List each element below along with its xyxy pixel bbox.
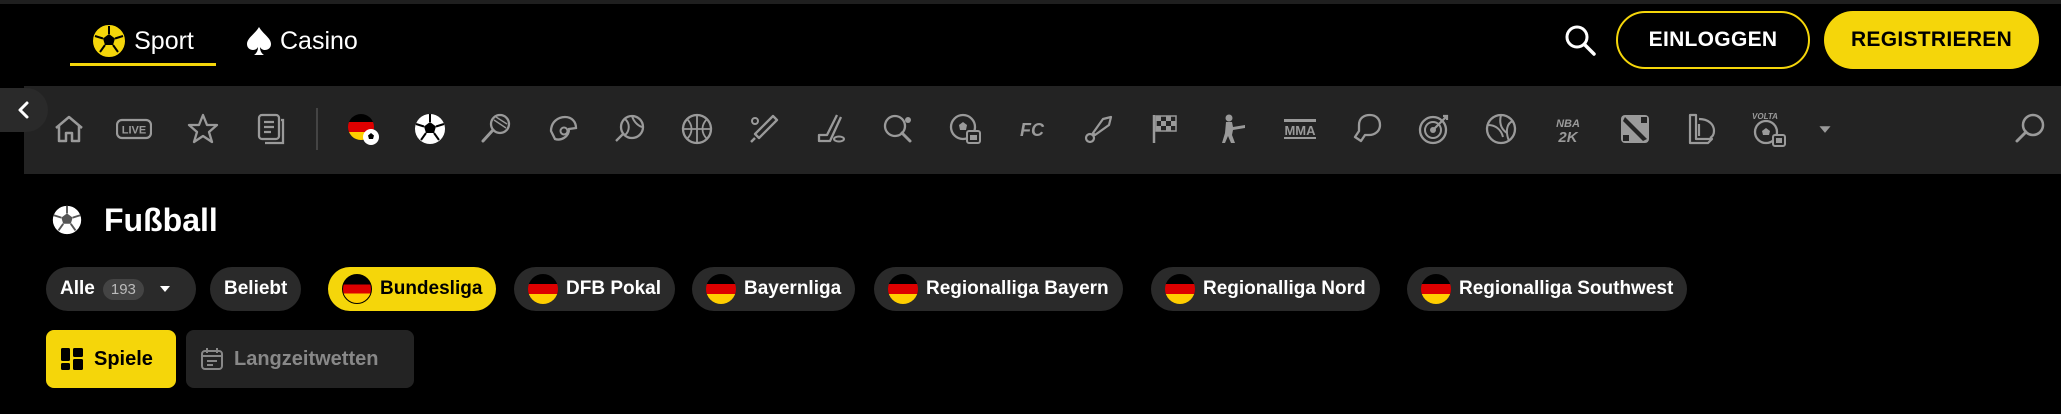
germany-football-icon[interactable] — [342, 108, 384, 150]
lol-icon[interactable] — [1681, 108, 1723, 150]
germany-flag-icon — [706, 274, 736, 304]
tennis-icon[interactable] — [475, 108, 517, 150]
collapse-sidebar-button[interactable] — [0, 88, 48, 132]
dota-icon[interactable] — [1614, 108, 1656, 150]
filter-all-label: Alle — [60, 278, 95, 299]
filter-chip-label: Regionalliga Nord — [1203, 278, 1366, 299]
germany-flag-icon — [1421, 274, 1451, 304]
filter-chip-dfb-pokal[interactable]: DFB Pokal — [514, 267, 676, 311]
icon-divider — [316, 108, 318, 150]
volta-icon-text: VOLTA — [1752, 112, 1778, 121]
view-outrights-button[interactable]: Langzeitwetten — [186, 330, 414, 388]
nav-sport-label: Sport — [134, 26, 194, 55]
esports-football-icon[interactable] — [944, 108, 986, 150]
star-icon[interactable] — [182, 108, 224, 150]
filter-chip-regionalliga-nord[interactable]: Regionalliga Nord — [1151, 267, 1380, 311]
volta-icon[interactable]: VOLTA — [1748, 108, 1790, 150]
darts-icon[interactable] — [1413, 108, 1455, 150]
home-icon[interactable] — [48, 108, 90, 150]
betslip-icon[interactable] — [250, 108, 292, 150]
filter-chip-label: Regionalliga Southwest — [1459, 278, 1674, 299]
volleyball-icon[interactable] — [609, 108, 651, 150]
spade-icon — [247, 27, 271, 55]
live-icon-text: LIVE — [122, 125, 146, 137]
germany-flag-icon — [888, 274, 918, 304]
mma-icon[interactable]: MMA — [1279, 108, 1321, 150]
football-icon[interactable] — [409, 108, 451, 150]
germany-flag-icon — [528, 274, 558, 304]
filter-chip-regionalliga-bayern[interactable]: Regionalliga Bayern — [874, 267, 1123, 311]
mma-icon-text: MMA — [1284, 123, 1316, 138]
filter-chip-label: Bundesliga — [380, 278, 483, 299]
filter-chip-bayernliga[interactable]: Bayernliga — [692, 267, 856, 311]
calendar-icon — [201, 348, 223, 370]
page-title-text: Fußball — [104, 201, 218, 238]
view-outrights-label: Langzeitwetten — [234, 347, 379, 370]
counter-strike-icon[interactable] — [1212, 108, 1254, 150]
fc-icon-text: FC — [1020, 120, 1045, 140]
ice-hockey-icon[interactable] — [810, 108, 852, 150]
sports-search-icon[interactable] — [2010, 108, 2052, 150]
nba2k-icon-bottom-text: 2K — [1557, 129, 1578, 146]
caret-down-icon — [159, 286, 170, 292]
germany-flag-icon — [342, 274, 372, 304]
view-games-button[interactable]: Spiele — [46, 330, 176, 388]
search-icon[interactable] — [1562, 22, 1598, 58]
badminton-icon[interactable] — [1078, 108, 1120, 150]
top-navigation-bar: Sport Casino EINLOGGEN REGISTRIEREN — [0, 0, 2061, 86]
live-icon[interactable]: LIVE — [113, 108, 155, 150]
filter-chip-label: Beliebt — [224, 278, 288, 299]
filter-all-dropdown[interactable]: Alle 193 — [46, 267, 196, 311]
filter-chip-bundesliga[interactable]: Bundesliga — [328, 267, 497, 311]
grid-layout-icon — [61, 348, 83, 370]
more-sports-chevron-icon[interactable] — [1800, 108, 1850, 150]
filter-chip-label: Bayernliga — [744, 278, 842, 299]
nav-casino-tab[interactable]: Casino — [246, 18, 358, 64]
nav-sport-tab[interactable]: Sport — [70, 18, 216, 66]
volleyball-ball-icon[interactable] — [1480, 108, 1522, 150]
football-icon — [52, 205, 82, 235]
motorsport-icon[interactable] — [1145, 108, 1187, 150]
cricket-icon[interactable] — [743, 108, 785, 150]
nav-casino-label: Casino — [280, 26, 358, 55]
login-button[interactable]: EINLOGGEN — [1616, 11, 1810, 69]
filter-chip-regionalliga-southwest[interactable]: Regionalliga Southwest — [1407, 267, 1688, 311]
fc-icon[interactable]: FC — [1011, 108, 1053, 150]
nba2k-icon[interactable]: NBA 2K — [1547, 108, 1589, 150]
germany-flag-icon — [1165, 274, 1195, 304]
basketball-icon[interactable] — [676, 108, 718, 150]
filter-chip-beliebt[interactable]: Beliebt — [210, 267, 302, 311]
filter-all-count: 193 — [102, 278, 144, 300]
filter-chip-label: Regionalliga Bayern — [926, 278, 1109, 299]
american-football-icon[interactable] — [542, 108, 584, 150]
register-button[interactable]: REGISTRIEREN — [1824, 11, 2039, 69]
view-games-label: Spiele — [94, 347, 153, 370]
boxing-icon[interactable] — [1346, 108, 1388, 150]
football-icon — [93, 25, 126, 57]
chevron-left-icon — [18, 101, 29, 119]
page-title: Fußball — [50, 198, 218, 242]
table-tennis-icon[interactable] — [877, 108, 919, 150]
filter-chip-label: DFB Pokal — [566, 278, 662, 299]
